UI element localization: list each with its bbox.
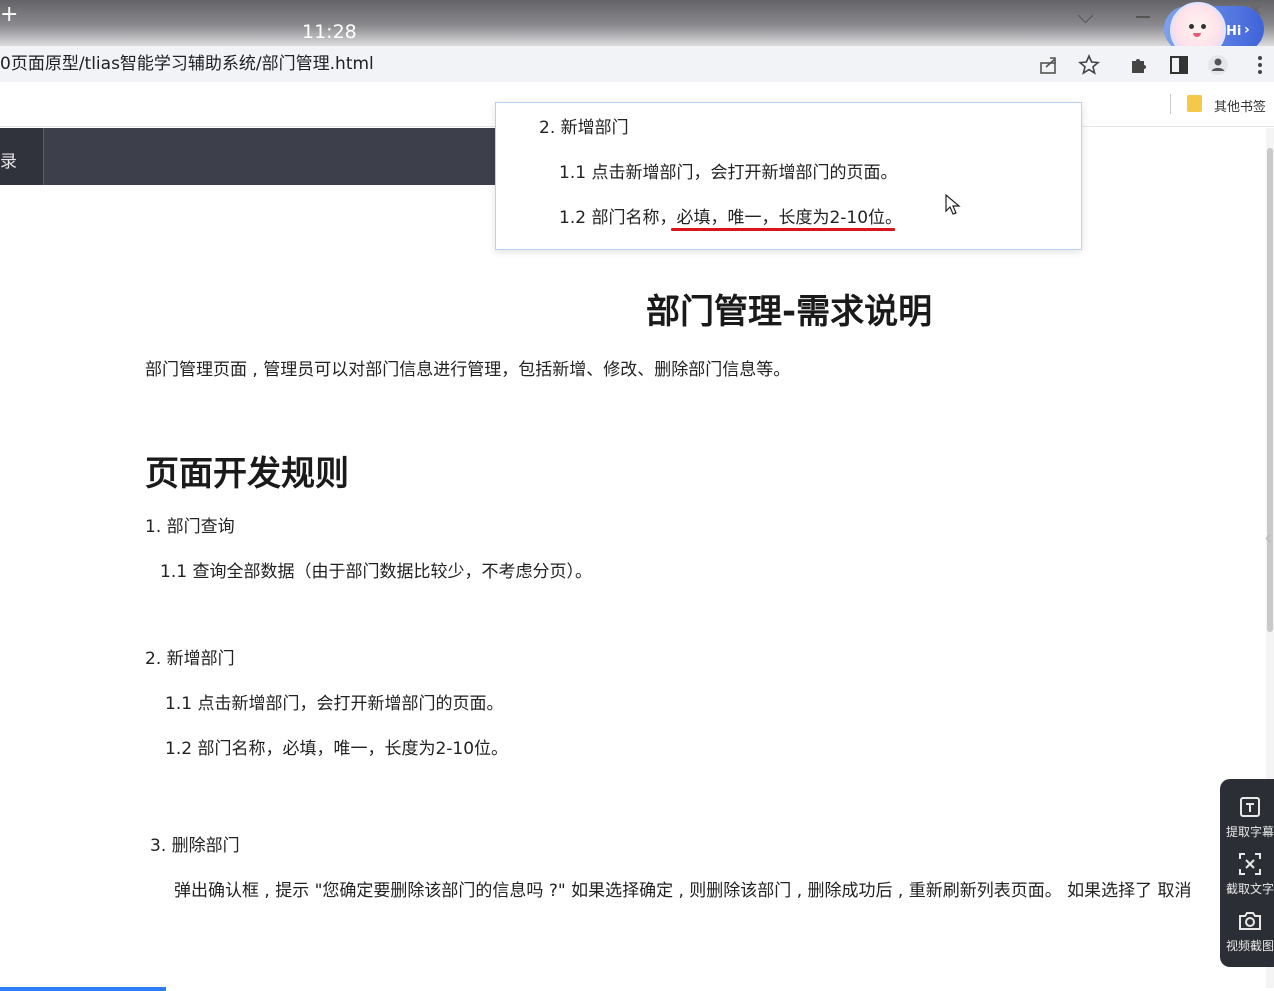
share-icon[interactable] bbox=[1038, 54, 1060, 76]
scrollbar-thumb[interactable] bbox=[1267, 148, 1273, 632]
star-icon[interactable] bbox=[1078, 54, 1100, 76]
video-screenshot-label[interactable]: 视频截图 bbox=[1220, 937, 1274, 954]
bookmarks-divider bbox=[1170, 94, 1171, 114]
tooltip-item: 1.2 部门名称，必填，唯一，长度为2-10位。 bbox=[559, 208, 903, 228]
avatar-eye bbox=[1201, 24, 1206, 29]
folder-icon[interactable] bbox=[1187, 95, 1202, 112]
extract-subtitle-label[interactable]: 提取字幕 bbox=[1220, 823, 1274, 840]
side-panel-icon[interactable] bbox=[1168, 54, 1190, 76]
chevron-right-icon[interactable]: › bbox=[1244, 22, 1250, 38]
minimize-icon[interactable] bbox=[1136, 16, 1150, 18]
text-capture-icon bbox=[1239, 853, 1261, 875]
section-delete-text: 弹出确认框 , 提示 "您确定要删除该部门的信息吗 ?" 如果选择确定 , 则删… bbox=[174, 881, 1192, 901]
chevron-left-icon[interactable]: ‹ bbox=[1264, 526, 1273, 551]
extensions-puzzle-icon[interactable] bbox=[1128, 54, 1150, 76]
mouse-cursor-icon bbox=[945, 194, 961, 215]
capture-text-button[interactable]: 截取文字 bbox=[1220, 851, 1274, 897]
browser-title-bar bbox=[0, 0, 1274, 46]
page-nav-bar bbox=[0, 128, 500, 185]
section-add-item: 1.1 点击新增部门，会打开新增部门的页面。 bbox=[165, 694, 504, 714]
extract-subtitle-button[interactable]: 提取字幕 bbox=[1220, 794, 1274, 840]
camera-icon bbox=[1239, 912, 1261, 930]
profile-icon[interactable] bbox=[1207, 54, 1229, 76]
section-add-item: 1.2 部门名称，必填，唯一，长度为2-10位。 bbox=[165, 739, 509, 759]
avatar-eye bbox=[1189, 24, 1194, 29]
video-screenshot-button[interactable]: 视频截图 bbox=[1220, 908, 1274, 954]
video-progress-bar[interactable] bbox=[0, 987, 166, 991]
tooltip-heading: 2. 新增部门 bbox=[539, 118, 629, 138]
red-underline-annotation bbox=[671, 228, 895, 231]
section-query-item: 1.1 查询全部数据（由于部门数据比较少，不考虑分页）。 bbox=[160, 562, 592, 582]
section-delete-heading: 3. 删除部门 bbox=[150, 836, 240, 856]
section-query-heading: 1. 部门查询 bbox=[145, 517, 235, 537]
subtitle-icon bbox=[1240, 797, 1260, 817]
bookmark-folder-label[interactable]: 其他书签 bbox=[1214, 96, 1266, 115]
new-tab-plus-icon[interactable]: + bbox=[0, 4, 18, 26]
tooltip-item: 1.1 点击新增部门，会打开新增部门的页面。 bbox=[559, 163, 898, 183]
video-clock: 11:28 bbox=[302, 21, 357, 43]
page-title: 部门管理-需求说明 bbox=[646, 292, 933, 332]
url-text[interactable]: 0页面原型/tlias智能学习辅助系统/部门管理.html bbox=[0, 53, 374, 75]
section-add-heading: 2. 新增部门 bbox=[145, 649, 235, 669]
intro-text: 部门管理页面 , 管理员可以对部门信息进行管理，包括新增、修改、删除部门信息等。 bbox=[145, 360, 791, 380]
rules-heading: 页面开发规则 bbox=[145, 454, 349, 494]
assistant-badge-label[interactable]: Hi bbox=[1226, 24, 1241, 39]
nav-tab-label[interactable]: 录 bbox=[0, 147, 17, 172]
more-menu-icon[interactable] bbox=[1249, 54, 1271, 76]
capture-text-label[interactable]: 截取文字 bbox=[1220, 880, 1274, 897]
